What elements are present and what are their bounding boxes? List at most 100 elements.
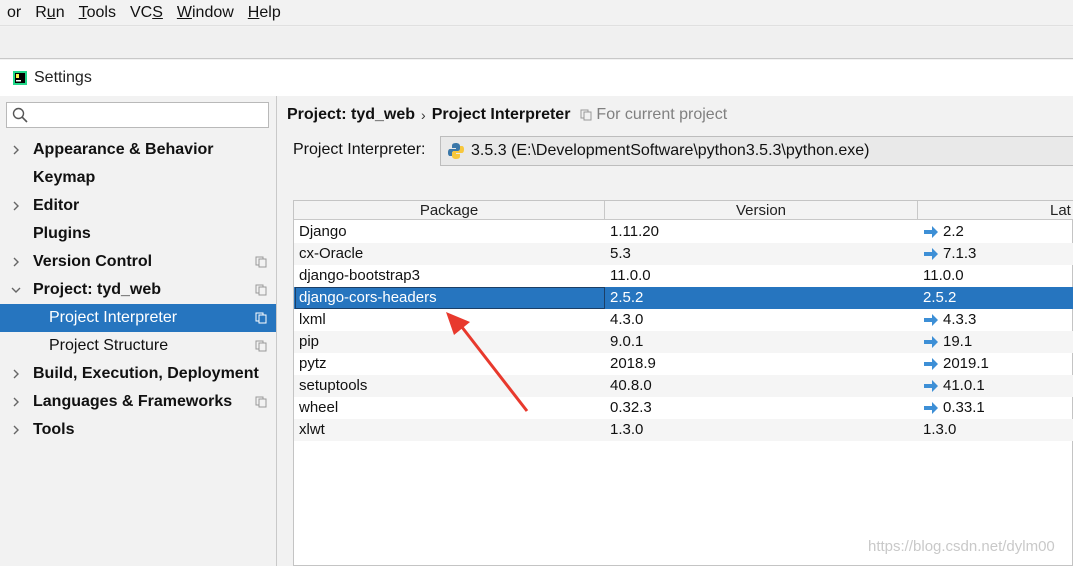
package-latest-value: 0.33.1 — [943, 399, 985, 416]
sidebar-item-label: Project Interpreter — [49, 309, 178, 326]
package-version-cell: 0.32.3 — [610, 399, 652, 416]
chevron-right-icon[interactable] — [10, 396, 22, 408]
package-name-cell: xlwt — [299, 421, 325, 438]
copy-icon — [255, 256, 267, 268]
upgrade-arrow-icon — [924, 313, 938, 326]
breadcrumb-separator: › — [421, 107, 426, 123]
package-name-cell: wheel — [299, 399, 339, 416]
package-version-cell: 1.11.20 — [610, 223, 659, 240]
column-header-package[interactable]: Package — [294, 201, 605, 220]
sidebar-item[interactable]: Tools — [0, 416, 276, 444]
sidebar-item[interactable]: Languages & Frameworks — [0, 388, 276, 416]
chevron-right-icon[interactable] — [10, 200, 22, 212]
chevron-right-icon[interactable] — [10, 256, 22, 268]
copy-icon — [580, 109, 592, 121]
chevron-right-icon[interactable] — [10, 144, 22, 156]
menu-item-run[interactable]: Run — [28, 4, 71, 22]
package-version-cell: 9.0.1 — [610, 333, 644, 350]
package-latest-value: 19.1 — [943, 333, 973, 350]
sidebar-item-label: Keymap — [33, 169, 96, 186]
pycharm-app-icon — [13, 71, 27, 85]
main-panel: Project: tyd_web › Project Interpreter F… — [278, 96, 1073, 566]
package-name-cell: cx-Oracle — [299, 245, 364, 262]
settings-search[interactable] — [6, 102, 269, 128]
upgrade-arrow-icon — [924, 379, 938, 392]
search-input[interactable] — [31, 105, 261, 125]
package-name-cell: Django — [299, 223, 347, 240]
chevron-down-icon[interactable] — [10, 284, 22, 296]
table-row[interactable]: lxml 4.3.0 4.3.3 — [294, 309, 1073, 331]
settings-tree: Appearance & Behavior Keymap Editor Plugins… — [0, 136, 276, 444]
package-version-cell: 5.3 — [610, 245, 631, 262]
column-header-version[interactable]: Version — [605, 201, 918, 220]
package-latest-cell: 2.5.2 — [923, 289, 956, 306]
sidebar-item-label: Project Structure — [49, 337, 169, 354]
upgrade-arrow-icon — [924, 401, 938, 414]
scope-text: For current project — [596, 106, 728, 123]
table-row[interactable]: cx-Oracle 5.3 7.1.3 — [294, 243, 1073, 265]
menu-bar: or Run Tools VCS Window Help — [0, 0, 1073, 26]
package-latest-cell: 2019.1 — [923, 355, 989, 372]
table-row[interactable]: pip 9.0.1 19.1 — [294, 331, 1073, 353]
package-name-cell: django-bootstrap3 — [299, 267, 420, 284]
copy-icon — [255, 340, 267, 352]
menu-item-help[interactable]: Help — [241, 4, 288, 22]
package-latest-cell: 11.0.0 — [923, 267, 964, 284]
copy-icon — [255, 284, 267, 296]
sidebar-item[interactable]: Plugins — [0, 220, 276, 248]
sidebar-item[interactable]: Project Structure — [0, 332, 276, 360]
sidebar-item-label: Tools — [33, 421, 75, 438]
interpreter-value: 3.5.3 (E:\DevelopmentSoftware\python3.5.… — [471, 142, 870, 159]
settings-sidebar: Appearance & Behavior Keymap Editor Plugins… — [0, 96, 277, 566]
package-latest-cell: 0.33.1 — [923, 399, 985, 416]
menu-item-editor-partial[interactable]: or — [0, 4, 28, 22]
package-name-cell: django-cors-headers — [299, 289, 437, 306]
table-row[interactable]: django-cors-headers 2.5.2 2.5.2 — [294, 287, 1073, 309]
package-name-cell: pytz — [299, 355, 327, 372]
sidebar-item[interactable]: Project: tyd_web — [0, 276, 276, 304]
sidebar-item-label: Build, Execution, Deployment — [33, 365, 259, 382]
package-version-cell: 2.5.2 — [610, 289, 644, 306]
table-row[interactable]: xlwt 1.3.0 1.3.0 — [294, 419, 1073, 441]
interpreter-select[interactable]: 3.5.3 (E:\DevelopmentSoftware\python3.5.… — [440, 136, 1073, 166]
breadcrumb-page: Project Interpreter — [431, 106, 571, 123]
menu-item-window[interactable]: Window — [170, 4, 241, 22]
sidebar-item[interactable]: Appearance & Behavior — [0, 136, 276, 164]
package-latest-cell: 2.2 — [923, 223, 964, 240]
package-name-cell: pip — [299, 333, 320, 350]
table-row[interactable]: pytz 2018.9 2019.1 — [294, 353, 1073, 375]
table-row[interactable]: Django 1.11.20 2.2 — [294, 221, 1073, 243]
package-name-cell: lxml — [299, 311, 326, 328]
upgrade-arrow-icon — [924, 357, 938, 370]
package-latest-value: 11.0.0 — [923, 267, 964, 284]
search-icon — [12, 107, 28, 123]
packages-table[interactable]: Package Version Lat Django 1.11.20 2.2 cx-O… — [293, 200, 1073, 566]
package-version-cell: 40.8.0 — [610, 377, 652, 394]
upgrade-arrow-icon — [924, 247, 938, 260]
table-body: Django 1.11.20 2.2 cx-Oracle 5.3 7.1.3 django-… — [294, 221, 1073, 441]
package-version-cell: 11.0.0 — [610, 267, 651, 284]
sidebar-item[interactable]: Editor — [0, 192, 276, 220]
ide-window: or Run Tools VCS Window Help Settings Ap… — [0, 0, 1073, 566]
column-header-latest[interactable]: Lat — [918, 201, 1073, 220]
upgrade-arrow-icon — [924, 225, 938, 238]
chevron-right-icon[interactable] — [10, 424, 22, 436]
package-latest-cell: 41.0.1 — [923, 377, 985, 394]
package-latest-value: 41.0.1 — [943, 377, 985, 394]
package-latest-value: 4.3.3 — [943, 311, 977, 328]
table-row[interactable]: wheel 0.32.3 0.33.1 — [294, 397, 1073, 419]
sidebar-item[interactable]: Build, Execution, Deployment — [0, 360, 276, 388]
sidebar-item[interactable]: Version Control — [0, 248, 276, 276]
python-icon — [448, 143, 464, 159]
table-row[interactable]: setuptools 40.8.0 41.0.1 — [294, 375, 1073, 397]
breadcrumb-project[interactable]: Project: tyd_web — [287, 106, 415, 124]
table-row[interactable]: django-bootstrap3 11.0.0 11.0.0 — [294, 265, 1073, 287]
package-latest-cell: 1.3.0 — [923, 421, 956, 438]
menu-item-vcs[interactable]: VCS — [123, 4, 170, 22]
menu-item-tools[interactable]: Tools — [72, 4, 123, 22]
package-version-cell: 4.3.0 — [610, 311, 644, 328]
sidebar-item[interactable]: Project Interpreter — [0, 304, 276, 332]
sidebar-item[interactable]: Keymap — [0, 164, 276, 192]
sidebar-item-label: Editor — [33, 197, 80, 214]
chevron-right-icon[interactable] — [10, 368, 22, 380]
